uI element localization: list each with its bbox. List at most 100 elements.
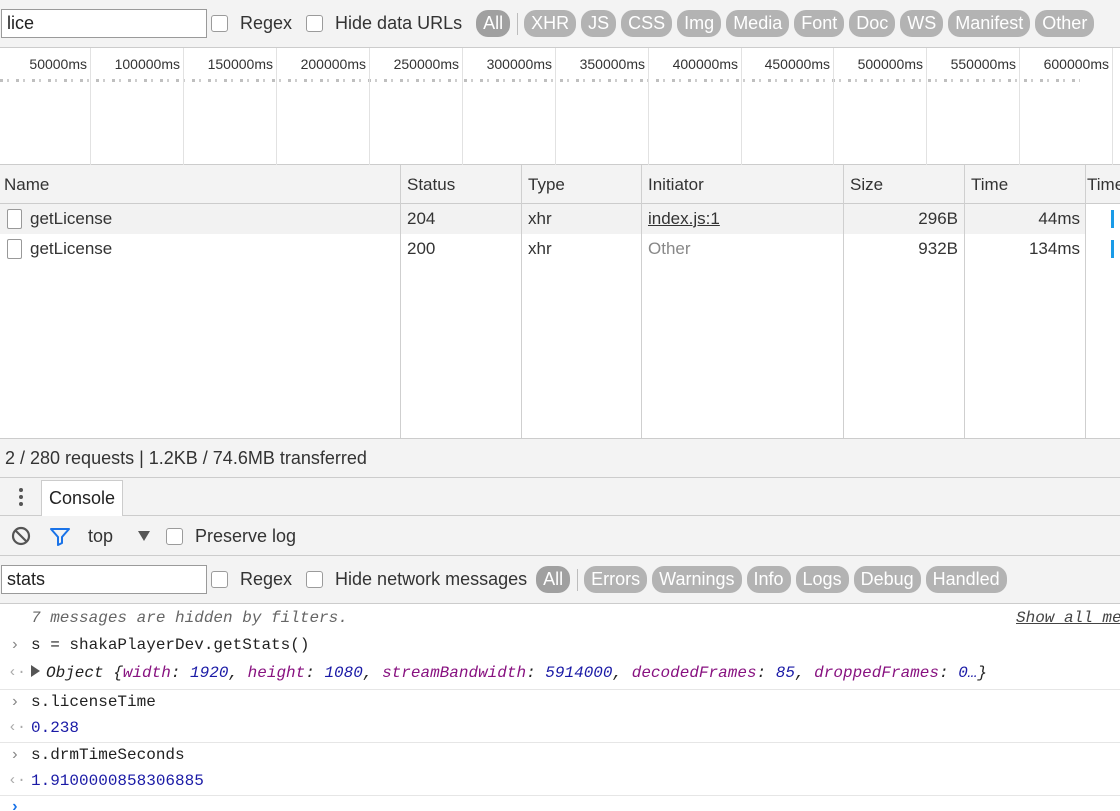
requests-table: Name Status Type Initiator Size Time Tim… <box>0 165 1120 438</box>
timeline-tick-label: 350000ms <box>579 56 645 72</box>
level-filter-info[interactable]: Info <box>746 566 791 593</box>
clear-console-icon[interactable] <box>11 516 31 556</box>
context-selector[interactable]: top <box>88 516 113 556</box>
result-value: 1.9100000858306885 <box>31 772 204 790</box>
timeline-tick-label: 200000ms <box>300 56 366 72</box>
console-result-line[interactable]: ‹· Object {width: 1920, height: 1080, st… <box>0 664 1120 688</box>
column-divider[interactable] <box>641 165 642 438</box>
console-prompt-icon[interactable]: › <box>10 798 20 811</box>
type-filter-media[interactable]: Media <box>726 10 790 37</box>
preserve-log-label: Preserve log <box>195 525 297 546</box>
obj-value: 1080 <box>324 664 363 682</box>
hide-data-urls-checkbox[interactable] <box>306 15 324 32</box>
column-header-type[interactable]: Type <box>524 165 641 204</box>
column-divider[interactable] <box>400 165 401 438</box>
obj-key: width <box>122 664 171 682</box>
command-text: s = shakaPlayerDev.getStats() <box>31 636 310 654</box>
filter-separator <box>517 12 519 35</box>
column-header-status[interactable]: Status <box>403 165 521 204</box>
result-value: 0.238 <box>31 719 80 737</box>
hidden-messages-notice: 7 messages are hidden by filters. Show a… <box>0 609 1120 631</box>
show-all-messages-link[interactable]: Show all me <box>1016 609 1120 627</box>
cell-initiator-link[interactable]: index.js:1 <box>648 204 838 234</box>
console-input-line[interactable]: › s.licenseTime <box>0 693 1120 717</box>
level-filter-handled[interactable]: Handled <box>925 566 1007 593</box>
type-filter-ws[interactable]: WS <box>900 10 944 37</box>
timeline-tick-label: 400000ms <box>672 56 738 72</box>
column-divider[interactable] <box>521 165 522 438</box>
hidden-messages-text: 7 messages are hidden by filters. <box>31 609 348 627</box>
hide-data-urls-label: Hide data URLs <box>335 13 463 33</box>
console-regex-checkbox[interactable] <box>211 571 228 588</box>
waterfall-bar <box>1111 210 1114 228</box>
obj-value: 0… <box>958 664 978 682</box>
command-text: s.drmTimeSeconds <box>31 746 185 764</box>
type-filter-img[interactable]: Img <box>677 10 722 37</box>
column-divider[interactable] <box>964 165 965 438</box>
obj-value: 1920 <box>190 664 229 682</box>
context-label: top <box>88 525 114 546</box>
message-divider <box>0 689 1120 690</box>
type-filter-font[interactable]: Font <box>794 10 845 37</box>
console-regex-label: Regex <box>240 569 293 589</box>
column-header-initiator[interactable]: Initiator <box>644 165 843 204</box>
expand-triangle-icon[interactable] <box>31 665 40 677</box>
network-filter-input[interactable] <box>1 9 207 38</box>
table-row[interactable]: getLicense 200 xhr Other 932B 134ms <box>0 234 1086 264</box>
timeline-tick-label: 300000ms <box>486 56 552 72</box>
level-filter-errors[interactable]: Errors <box>584 566 648 593</box>
level-filter-warnings[interactable]: Warnings <box>652 566 742 593</box>
type-filter-all[interactable]: All <box>476 10 511 37</box>
console-input-line[interactable]: › s.drmTimeSeconds <box>0 746 1120 770</box>
type-filter-xhr[interactable]: XHR <box>524 10 577 37</box>
obj-key: droppedFrames <box>814 664 939 682</box>
obj-key: height <box>247 664 306 682</box>
type-filter-doc[interactable]: Doc <box>849 10 896 37</box>
column-header-size[interactable]: Size <box>846 165 964 204</box>
return-arrow-icon: ‹· <box>8 772 27 789</box>
console-filter-input[interactable] <box>1 565 207 594</box>
console-input-line[interactable]: › s = shakaPlayerDev.getStats() <box>0 636 1120 660</box>
console-result-line[interactable]: ‹· 1.9100000858306885 <box>0 772 1120 796</box>
timeline-tick-label: 450000ms <box>764 56 830 72</box>
column-divider[interactable] <box>1085 165 1086 438</box>
more-options-icon[interactable] <box>14 486 28 508</box>
hide-network-checkbox[interactable] <box>306 571 324 588</box>
column-header-waterfall[interactable]: Time <box>1083 165 1120 204</box>
timeline-tick-label: 150000ms <box>207 56 273 72</box>
column-header-name[interactable]: Name <box>0 165 400 204</box>
type-filter-manifest[interactable]: Manifest <box>948 10 1031 37</box>
preserve-log-checkbox[interactable] <box>166 516 183 556</box>
table-row[interactable]: getLicense 204 xhr index.js:1 296B 44ms <box>0 204 1086 234</box>
timeline-tick-label: 500000ms <box>857 56 923 72</box>
column-divider[interactable] <box>843 165 844 438</box>
timeline-tick-label: 100000ms <box>114 56 180 72</box>
document-icon <box>7 239 22 259</box>
type-filter-other[interactable]: Other <box>1035 10 1095 37</box>
level-filter-debug[interactable]: Debug <box>853 566 921 593</box>
level-filter-all[interactable]: All <box>536 566 571 593</box>
object-preview[interactable]: Object {width: 1920, height: 1080, strea… <box>31 664 987 682</box>
waterfall-bar <box>1111 240 1114 258</box>
prompt-icon: › <box>10 636 20 654</box>
return-arrow-icon: ‹· <box>8 719 27 736</box>
console-messages: 7 messages are hidden by filters. Show a… <box>0 604 1120 811</box>
filter-separator <box>577 568 579 591</box>
timeline-tick-label: 50000ms <box>29 56 87 72</box>
console-result-line[interactable]: ‹· 0.238 <box>0 719 1120 743</box>
message-divider <box>0 795 1120 796</box>
type-filter-js[interactable]: JS <box>581 10 617 37</box>
type-filter-css[interactable]: CSS <box>621 10 673 37</box>
column-header-time[interactable]: Time <box>967 165 1085 204</box>
filter-icon[interactable] <box>49 516 71 556</box>
timeline-overview[interactable]: 50000ms 100000ms 150000ms 200000ms 250000ms 3… <box>0 48 1120 165</box>
hide-network-label: Hide network messages <box>335 569 528 589</box>
drawer-tab-bar: Console <box>0 478 1120 516</box>
cell-status: 200 <box>407 239 436 258</box>
timeline-activity-marks <box>0 79 1080 82</box>
tab-console[interactable]: Console <box>41 480 124 516</box>
chevron-down-icon[interactable] <box>138 516 150 556</box>
level-filter-logs[interactable]: Logs <box>795 566 849 593</box>
regex-checkbox[interactable] <box>211 15 228 32</box>
obj-value: 5914000 <box>545 664 613 682</box>
